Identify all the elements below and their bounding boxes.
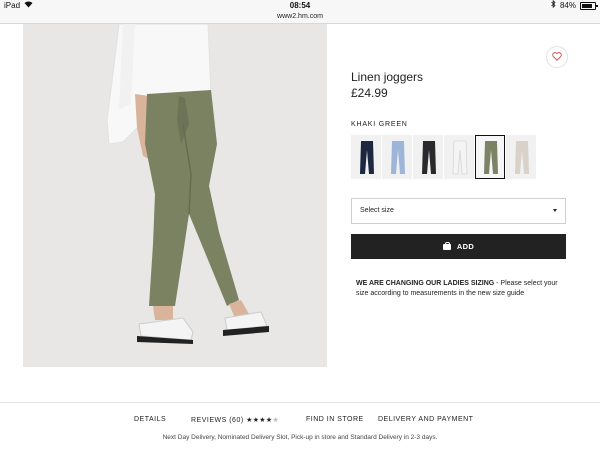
- trousers-thumbnail: [360, 141, 374, 174]
- size-select[interactable]: Select size: [351, 198, 566, 224]
- swatch-beige[interactable]: [506, 135, 536, 179]
- swatch-black[interactable]: [413, 135, 443, 179]
- tab-delivery-payment[interactable]: DELIVERY AND PAYMENT: [378, 416, 473, 423]
- bluetooth-icon: [551, 0, 556, 11]
- status-bar: iPad 08:54 84%: [0, 0, 600, 11]
- url-bar[interactable]: www2.hm.com: [0, 11, 600, 24]
- battery-percent: 84%: [559, 1, 576, 10]
- battery-icon: [580, 1, 598, 10]
- tab-reviews[interactable]: REVIEWS (60) ★★★★★: [191, 416, 279, 424]
- favorite-button[interactable]: [546, 46, 568, 68]
- swatch-khaki-green[interactable]: [475, 135, 505, 179]
- sizing-note: WE ARE CHANGING OUR LADIES SIZING - Plea…: [356, 279, 566, 299]
- product-price: £24.99: [351, 86, 388, 100]
- product-info-bar: DETAILS REVIEWS (60) ★★★★★ FIND IN STORE…: [0, 402, 600, 451]
- tab-find-in-store[interactable]: FIND IN STORE: [306, 416, 364, 423]
- tab-details[interactable]: DETAILS: [134, 416, 166, 423]
- heart-icon: [552, 48, 562, 66]
- delivery-note: Next Day Delivery, Nominated Delivery Sl…: [162, 434, 438, 441]
- clock: 08:54: [289, 1, 311, 10]
- trousers-thumbnail: [391, 141, 405, 174]
- bag-icon: [442, 241, 451, 250]
- add-to-bag-button[interactable]: ADD: [351, 234, 566, 259]
- caret-down-icon: [553, 209, 557, 212]
- size-select-placeholder: Select size: [360, 207, 394, 214]
- selected-color-label: KHAKI GREEN: [351, 121, 408, 128]
- trousers-thumbnail: [484, 141, 498, 174]
- trousers-thumbnail: [515, 141, 529, 174]
- stars-filled: ★★★★: [246, 417, 273, 424]
- swatch-light-blue[interactable]: [382, 135, 412, 179]
- stars-empty: ★: [272, 417, 280, 424]
- reviews-label: REVIEWS (60): [191, 417, 244, 424]
- add-button-label: ADD: [456, 242, 475, 251]
- rating-stars: ★★★★★: [246, 417, 279, 424]
- trousers-thumbnail: [452, 140, 468, 175]
- swatch-dark-blue[interactable]: [351, 135, 381, 179]
- sizing-note-heading: WE ARE CHANGING OUR LADIES SIZING: [356, 280, 495, 287]
- swatch-white[interactable]: [444, 135, 474, 179]
- color-swatches: [351, 135, 536, 179]
- trousers-thumbnail: [422, 141, 436, 174]
- product-title: Linen joggers: [351, 70, 424, 84]
- product-image: [23, 24, 327, 367]
